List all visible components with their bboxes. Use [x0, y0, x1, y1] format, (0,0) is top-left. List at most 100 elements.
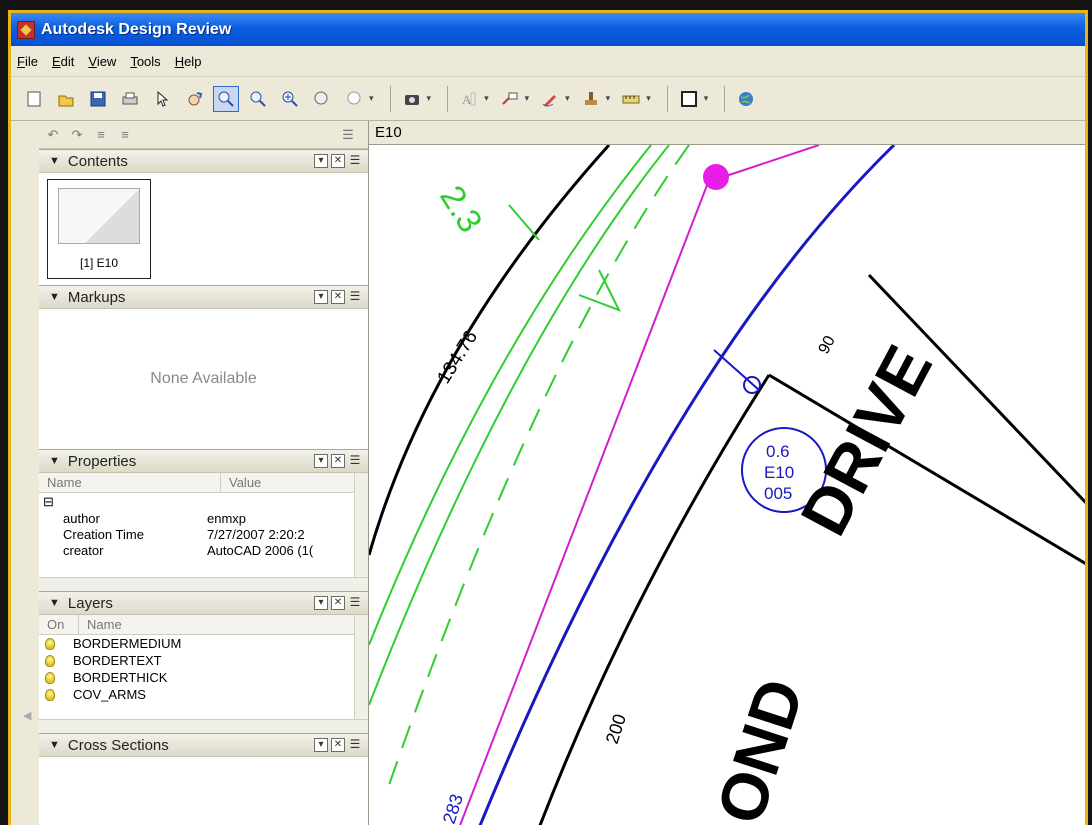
measure-icon[interactable]: [618, 86, 644, 112]
layers-vertical-scrollbar[interactable]: [354, 615, 368, 719]
window-dropdown-icon[interactable]: ▾: [704, 93, 709, 104]
bubble-label: 0.6: [766, 442, 790, 461]
help-icon[interactable]: [341, 86, 367, 112]
properties-panel-header[interactable]: ▼ Properties ▾ ✕ ☰: [39, 449, 368, 473]
callout-dropdown-icon[interactable]: ▾: [525, 93, 530, 104]
close-icon[interactable]: ✕: [331, 290, 345, 304]
forward-icon[interactable]: ↷: [69, 127, 85, 143]
panel-options-icon[interactable]: ☰: [340, 127, 356, 143]
layer-row[interactable]: BORDERMEDIUM: [39, 635, 368, 652]
menu-tools[interactable]: Tools: [130, 54, 160, 69]
back-icon[interactable]: ↶: [45, 127, 61, 143]
cross-sections-panel-header[interactable]: ▼ Cross Sections ▾ ✕ ☰: [39, 733, 368, 757]
properties-vertical-scrollbar[interactable]: [354, 473, 368, 577]
drawing-viewer[interactable]: E10 0.6 E10 005 134.76 200 2.3 DRIVE OND…: [369, 121, 1088, 825]
side-panel-toolbar: ↶ ↷ ≡ ≡ ☰: [39, 121, 368, 149]
column-header-on[interactable]: On: [39, 615, 79, 634]
sheet-thumbnail[interactable]: [1] E10: [47, 179, 151, 279]
pan-icon[interactable]: [181, 86, 207, 112]
lightbulb-icon[interactable]: [45, 637, 55, 650]
layer-row[interactable]: BORDERTHICK: [39, 669, 368, 686]
layers-horizontal-scrollbar[interactable]: [39, 719, 368, 733]
property-row[interactable]: Creation Time 7/27/2007 2:20:2: [39, 527, 368, 543]
marker-point: [703, 164, 729, 190]
lightbulb-icon[interactable]: [45, 688, 55, 701]
zoom-icon[interactable]: [245, 86, 271, 112]
menu-file[interactable]: File: [17, 54, 38, 69]
offset-line: [369, 145, 670, 706]
collapse-arrow-icon[interactable]: ▼: [49, 739, 60, 751]
pen-icon[interactable]: [537, 86, 563, 112]
collapse-arrow-icon[interactable]: ▼: [49, 455, 60, 467]
list-options-icon[interactable]: ☰: [348, 290, 362, 304]
column-header-value[interactable]: Value: [221, 473, 355, 492]
list-options-icon[interactable]: ☰: [348, 154, 362, 168]
collapse-arrow-icon[interactable]: ▼: [49, 291, 60, 303]
screen-frame: Autodesk Design Review File Edit View To…: [0, 0, 1092, 825]
dock-icon[interactable]: ▾: [314, 596, 328, 610]
property-line: [459, 179, 710, 825]
expand-all-icon[interactable]: ≡: [93, 127, 109, 143]
properties-horizontal-scrollbar[interactable]: [39, 577, 368, 591]
dock-icon[interactable]: ▾: [314, 154, 328, 168]
window-icon[interactable]: [676, 86, 702, 112]
close-icon[interactable]: ✕: [331, 738, 345, 752]
open-icon[interactable]: [53, 86, 79, 112]
pen-dropdown-icon[interactable]: ▾: [565, 93, 570, 104]
close-icon[interactable]: ✕: [331, 596, 345, 610]
dock-icon[interactable]: ▾: [314, 738, 328, 752]
callout-icon[interactable]: [497, 86, 523, 112]
main-toolbar: ▾ ▾ A ▾ ▾ ▾ ▾ ▾ ▾: [11, 77, 1085, 121]
select-icon[interactable]: [149, 86, 175, 112]
camera-dropdown-icon[interactable]: ▾: [427, 93, 432, 104]
layer-row[interactable]: COV_ARMS: [39, 686, 368, 703]
collapse-all-icon[interactable]: ≡: [117, 127, 133, 143]
camera-icon[interactable]: [399, 86, 425, 112]
property-row[interactable]: author enmxp: [39, 511, 368, 527]
properties-title: Properties: [67, 452, 137, 470]
measure-dropdown-icon[interactable]: ▾: [646, 93, 651, 104]
list-options-icon[interactable]: ☰: [348, 738, 362, 752]
properties-grid-header: Name Value: [39, 473, 368, 493]
lightbulb-icon[interactable]: [45, 654, 55, 667]
markups-panel-header[interactable]: ▼ Markups ▾ ✕ ☰: [39, 285, 368, 309]
collapse-group-icon[interactable]: ⊟: [39, 493, 368, 511]
layer-row[interactable]: BORDERTEXT: [39, 652, 368, 669]
list-options-icon[interactable]: ☰: [348, 596, 362, 610]
dimension-label: 90: [816, 333, 839, 357]
new-icon[interactable]: [21, 86, 47, 112]
contents-panel-header[interactable]: ▼ Contents ▾ ✕ ☰: [39, 149, 368, 173]
menu-view[interactable]: View: [88, 54, 116, 69]
zoom-rect-icon[interactable]: [213, 85, 239, 112]
stamp-dropdown-icon[interactable]: ▾: [606, 93, 611, 104]
collapse-sidebar-icon[interactable]: ◀: [23, 709, 31, 722]
text-dropdown-icon[interactable]: ▾: [484, 93, 489, 104]
contents-panel: [1] E10: [39, 173, 368, 285]
text-icon[interactable]: A: [456, 86, 482, 112]
print-icon[interactable]: [117, 86, 143, 112]
menu-edit[interactable]: Edit: [52, 54, 74, 69]
sheet-tab[interactable]: E10: [369, 121, 1085, 145]
save-icon[interactable]: [85, 86, 111, 112]
close-icon[interactable]: ✕: [331, 454, 345, 468]
collapse-arrow-icon[interactable]: ▼: [49, 597, 60, 609]
collapse-arrow-icon[interactable]: ▼: [49, 155, 60, 167]
zoom-extents-icon[interactable]: [277, 86, 303, 112]
drawing-canvas[interactable]: 0.6 E10 005 134.76 200 2.3 DRIVE OND 283…: [369, 145, 1088, 825]
column-header-name[interactable]: Name: [79, 615, 355, 634]
menu-help[interactable]: Help: [175, 54, 202, 69]
layers-panel: On Name BORDERMEDIUM BORDERTEXT BORDERTH…: [39, 615, 368, 733]
close-icon[interactable]: ✕: [331, 154, 345, 168]
web-icon[interactable]: [733, 86, 759, 112]
dock-icon[interactable]: ▾: [314, 290, 328, 304]
column-header-name[interactable]: Name: [39, 473, 221, 492]
layers-panel-header[interactable]: ▼ Layers ▾ ✕ ☰: [39, 591, 368, 615]
lightbulb-icon[interactable]: [45, 671, 55, 684]
property-row[interactable]: creator AutoCAD 2006 (1(: [39, 543, 368, 559]
help-dropdown-icon[interactable]: ▾: [369, 93, 374, 104]
fit-icon[interactable]: [309, 86, 335, 112]
dock-icon[interactable]: ▾: [314, 454, 328, 468]
stamp-icon[interactable]: [578, 86, 604, 112]
list-options-icon[interactable]: ☰: [348, 454, 362, 468]
title-bar[interactable]: Autodesk Design Review: [11, 13, 1085, 46]
